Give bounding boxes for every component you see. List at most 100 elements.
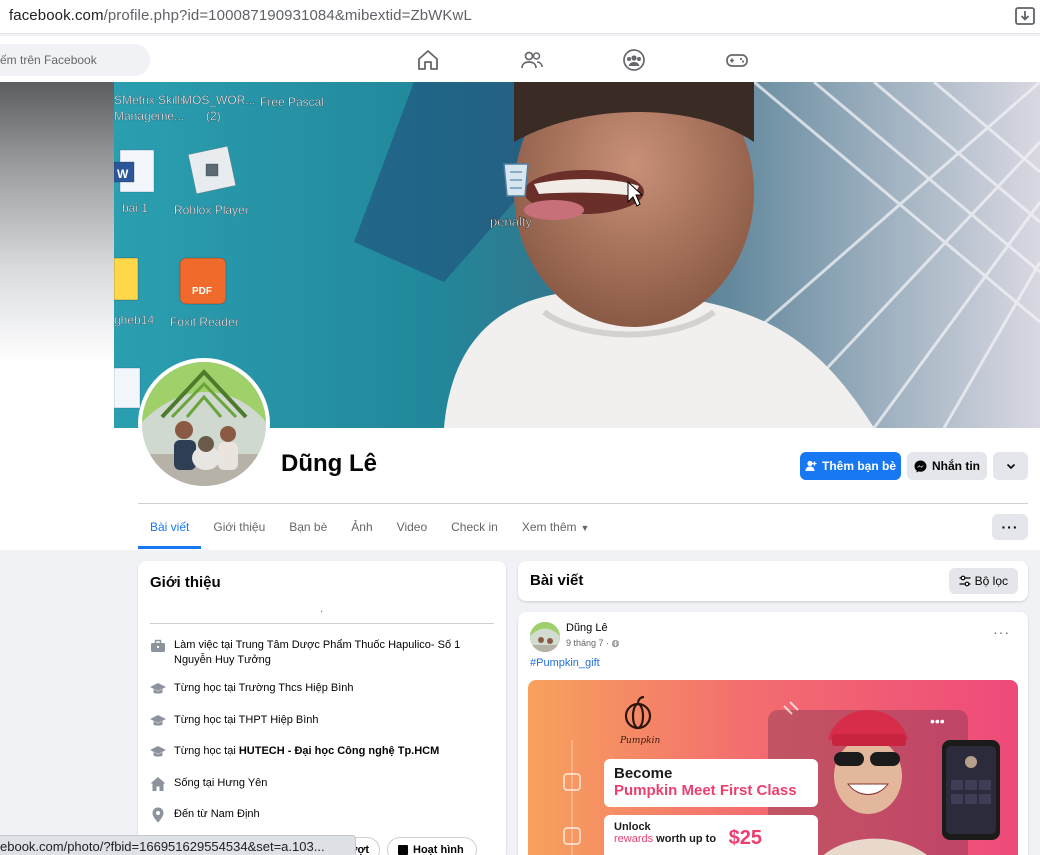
- banner-brand: Pumpkin: [620, 736, 661, 746]
- svg-text:gheb14: gheb14: [114, 313, 154, 327]
- groups-icon[interactable]: [622, 48, 646, 72]
- svg-text:(2): (2): [206, 109, 221, 123]
- intro-item-lives: Sống tại Hưng Yên: [150, 776, 490, 792]
- profile-tabs: Bài viết Giới thiệu Bạn bè Ảnh Video Che…: [138, 506, 601, 550]
- post-timestamp[interactable]: 9 tháng 7 · ◍: [566, 638, 619, 649]
- cover-photo-image: penalty SMetrix Skills Manageme... MOS_W…: [114, 82, 1040, 428]
- download-icon[interactable]: [1014, 5, 1036, 27]
- graduation-cap-icon: [150, 683, 166, 694]
- profile-avatar[interactable]: [138, 358, 270, 490]
- add-friend-icon: [805, 460, 817, 471]
- browser-status-bar: ebook.com/photo/?fbid=166951629554534&se…: [0, 835, 356, 855]
- posts-title: Bài viết: [530, 572, 584, 589]
- tab-videos[interactable]: Video: [385, 506, 439, 549]
- more-options-dropdown-button[interactable]: [993, 452, 1028, 480]
- post-card: Dũng Lê 9 tháng 7 · ◍ ··· #Pumpkin_gift …: [518, 612, 1028, 855]
- messenger-icon: [914, 460, 927, 472]
- banner-card-unlock: Unlock rewards worth up to $25: [604, 815, 818, 855]
- more-dots-icon: ···: [1001, 519, 1019, 535]
- intro-item-value[interactable]: HUTECH - Đại học Công nghệ Tp.HCM: [239, 745, 439, 757]
- cover-photo[interactable]: penalty SMetrix Skills Manageme... MOS_W…: [114, 82, 1040, 428]
- post-hashtag[interactable]: #Pumpkin_gift: [530, 657, 600, 669]
- banner-line3: Unlock: [614, 821, 651, 833]
- intro-item-value[interactable]: Hưng Yên: [217, 777, 267, 789]
- svg-text:PDF: PDF: [192, 286, 212, 297]
- message-button[interactable]: Nhắn tin: [907, 452, 987, 480]
- intro-item-prefix: Từng học tại: [174, 745, 239, 757]
- intro-item-value[interactable]: THPT Hiệp Bình: [239, 714, 319, 726]
- chevron-down-icon: [1006, 463, 1015, 470]
- post-author-avatar[interactable]: [530, 622, 560, 652]
- intro-item-text: Làm việc tại Trung Tâm Dược Phẩm Thuốc H…: [174, 638, 490, 668]
- intro-item-prefix: Từng học tại: [174, 714, 239, 726]
- tab-about[interactable]: Giới thiệu: [201, 506, 277, 549]
- briefcase-icon: [151, 639, 165, 652]
- intro-card: Giới thiệu . Làm việc tại Trung Tâm Dược…: [138, 561, 506, 855]
- add-friend-button[interactable]: Thêm bạn bè: [800, 452, 901, 480]
- graduation-cap-icon: [150, 746, 166, 757]
- search-input[interactable]: ếm trên Facebook: [0, 44, 150, 76]
- svg-text:SMetrix Skills: SMetrix Skills: [114, 93, 186, 107]
- tab-posts[interactable]: Bài viết: [138, 506, 202, 549]
- banner-line1: Become: [614, 765, 673, 782]
- caret-down-icon: ▼: [580, 523, 590, 533]
- svg-text:•••: •••: [930, 713, 945, 729]
- friends-icon[interactable]: [520, 48, 544, 72]
- intro-title: Giới thiệu: [150, 574, 221, 591]
- filter-label: Bộ lọc: [974, 574, 1008, 588]
- intro-item-from: Đến từ Nam Định: [150, 807, 490, 823]
- url-text[interactable]: facebook.com/profile.php?id=100087190931…: [9, 7, 472, 24]
- home-icon[interactable]: [416, 48, 440, 72]
- url-host: facebook.com: [9, 7, 104, 24]
- tab-friends[interactable]: Bạn bè: [277, 506, 339, 549]
- globe-icon: ◍: [611, 638, 620, 648]
- filter-sliders-icon: [959, 575, 971, 587]
- intro-item-text: Từng học tại HUTECH - Đại học Công nghệ …: [174, 744, 439, 760]
- intro-item-value[interactable]: Trường Thcs Hiệp Bình: [239, 682, 354, 694]
- intro-item-school-3: Từng học tại HUTECH - Đại học Công nghệ …: [150, 744, 490, 760]
- location-pin-icon: [152, 807, 164, 823]
- profile-more-button[interactable]: ···: [992, 514, 1028, 540]
- intro-item-value[interactable]: Nam Định: [211, 808, 260, 820]
- intro-item-text: Đến từ Nam Định: [174, 807, 260, 823]
- profile-name: Dũng Lê: [281, 450, 377, 477]
- intro-item-prefix: Sống tại: [174, 777, 218, 789]
- svg-text:Manageme...: Manageme...: [114, 109, 184, 123]
- tab-photos[interactable]: Ảnh: [339, 506, 384, 549]
- post-avatar-image: [530, 622, 560, 652]
- intro-item-school-2: Từng học tại THPT Hiệp Bình: [150, 713, 490, 729]
- intro-item-prefix: Làm việc tại: [174, 639, 236, 651]
- graduation-cap-icon: [150, 715, 166, 726]
- film-icon: [398, 845, 408, 855]
- post-image-banner[interactable]: ••• Pumpkin Become Pumpkin Meet First Cl…: [528, 680, 1018, 855]
- post-author-name[interactable]: Dũng Lê: [566, 622, 608, 634]
- banner-line4: rewards worth up to: [614, 833, 808, 845]
- hobby-chip-label: Hoạt hình: [413, 844, 464, 855]
- post-more-button[interactable]: ···: [993, 624, 1010, 640]
- avatar-image: [142, 362, 266, 486]
- banner-card-become: Become Pumpkin Meet First Class: [604, 759, 818, 807]
- svg-text:Free Pascal: Free Pascal: [260, 95, 324, 109]
- left-background-strip: [0, 82, 114, 550]
- intro-item-prefix: Từng học tại: [174, 682, 239, 694]
- banner-line2: Pumpkin Meet First Class: [614, 782, 797, 799]
- gaming-icon[interactable]: [725, 48, 749, 72]
- filter-button[interactable]: Bộ lọc: [948, 568, 1018, 594]
- intro-separator: [150, 623, 494, 624]
- svg-text:MOS_WOR...: MOS_WOR...: [182, 93, 255, 107]
- svg-text:bai 1: bai 1: [122, 201, 148, 215]
- intro-bio: .: [320, 603, 324, 615]
- intro-item-text: Từng học tại Trường Thcs Hiệp Bình: [174, 681, 354, 697]
- svg-text:Roblox Player: Roblox Player: [174, 203, 249, 217]
- intro-item-prefix: Đến từ: [174, 808, 211, 820]
- post-time-text: 9 tháng 7 ·: [566, 638, 610, 648]
- intro-item-text: Từng học tại THPT Hiệp Bình: [174, 713, 319, 729]
- browser-url-bar[interactable]: facebook.com/profile.php?id=100087190931…: [0, 0, 1040, 34]
- tab-more[interactable]: Xem thêm ▼: [510, 506, 602, 549]
- hobby-chip-animation[interactable]: Hoạt hình: [387, 837, 477, 855]
- banner-line4-text: worth up to: [653, 833, 717, 845]
- tab-checkins[interactable]: Check in: [439, 506, 510, 549]
- facebook-top-nav: ếm trên Facebook: [0, 36, 1040, 82]
- svg-text:W: W: [117, 167, 129, 181]
- banner-line4-pink: rewards: [614, 833, 654, 845]
